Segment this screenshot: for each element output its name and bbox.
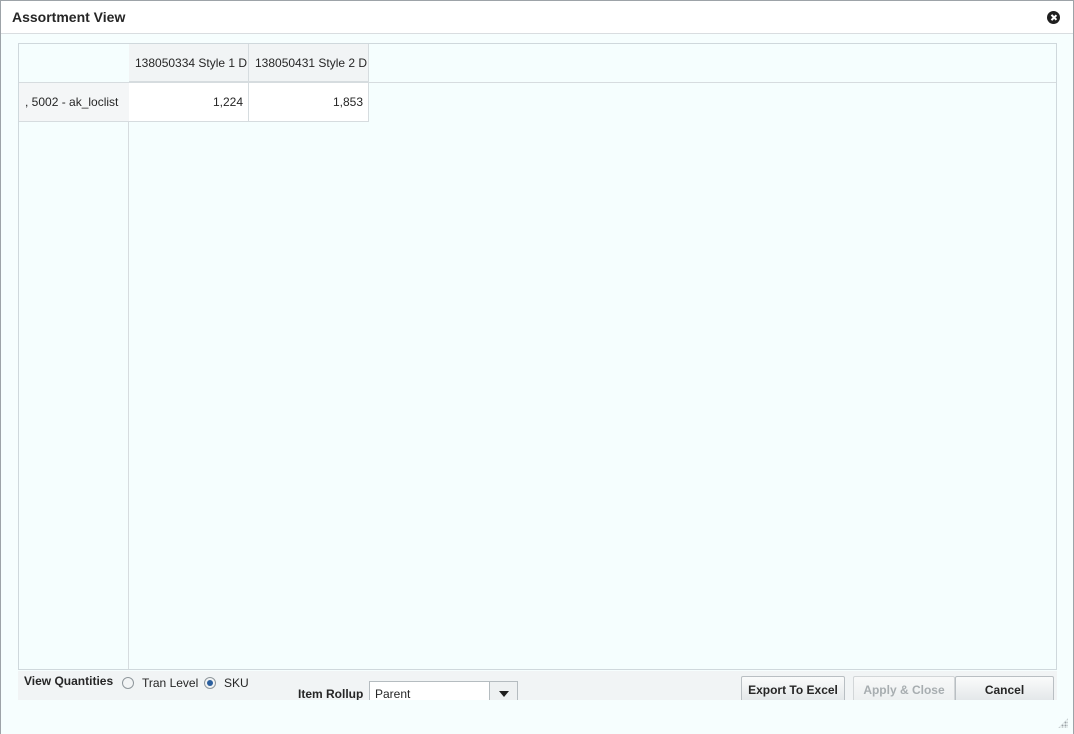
row-header-location[interactable]: , 5002 - ak_loclist — [19, 83, 129, 122]
item-rollup-value: Parent — [375, 687, 411, 701]
chevron-down-icon[interactable] — [489, 682, 517, 702]
dialog-bottom-strip — [1, 700, 1073, 734]
apply-close-button[interactable]: Apply & Close — [853, 676, 955, 702]
close-icon[interactable] — [1047, 11, 1060, 24]
export-to-excel-button[interactable]: Export To Excel — [741, 676, 845, 702]
assortment-grid: 138050334 Style 1 D 138050431 Style 2 D … — [18, 43, 1057, 670]
tran-level-radio[interactable] — [122, 677, 134, 689]
grid-cell[interactable]: 1,853 — [249, 83, 369, 122]
column-header-style-1[interactable]: 138050334 Style 1 D — [129, 44, 249, 82]
assortment-view-dialog: Assortment View 138050334 Style 1 D 1380… — [0, 0, 1074, 734]
grid-cell[interactable]: 1,224 — [129, 83, 249, 122]
column-header-style-2[interactable]: 138050431 Style 2 D — [249, 44, 369, 82]
dialog-title: Assortment View — [12, 9, 126, 25]
sku-label[interactable]: SKU — [224, 676, 249, 690]
row-header-column — [19, 44, 129, 669]
grid-corner-cell — [19, 44, 129, 82]
tran-level-label[interactable]: Tran Level — [142, 676, 198, 690]
view-quantities-label: View Quantities — [24, 674, 114, 688]
item-rollup-label: Item Rollup — [298, 687, 364, 701]
dialog-titlebar: Assortment View — [1, 1, 1073, 34]
sku-radio[interactable] — [204, 677, 216, 689]
cancel-button[interactable]: Cancel — [955, 676, 1054, 702]
